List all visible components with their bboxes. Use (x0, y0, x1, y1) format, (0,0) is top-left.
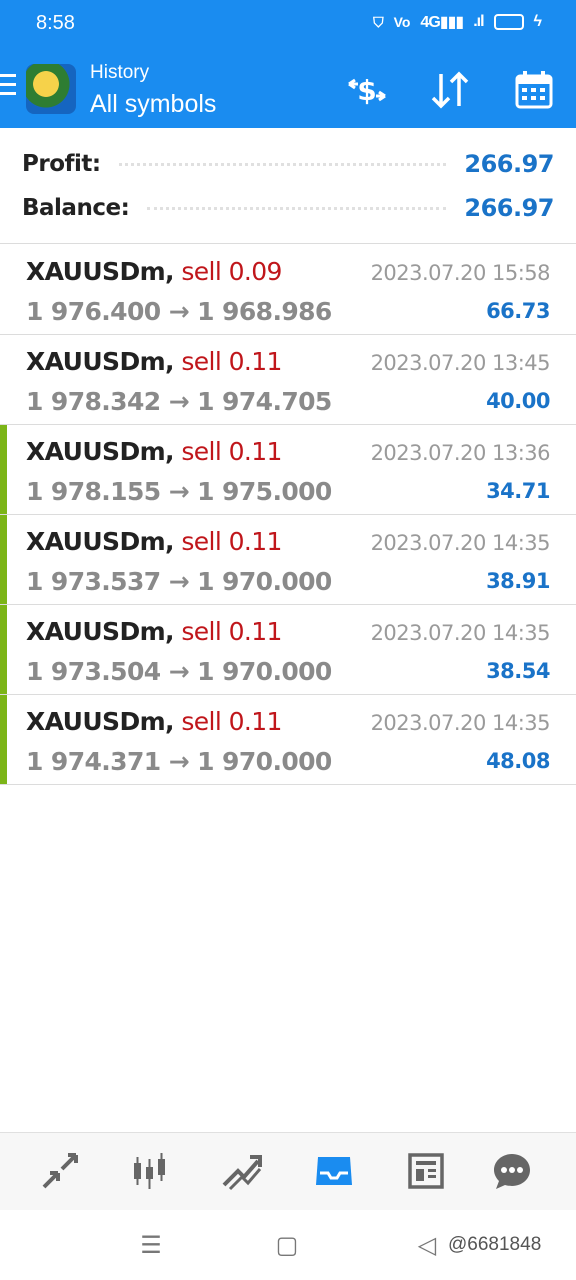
close-price: 1 970.000 (197, 657, 332, 686)
deal-time: 2023.07.20 15:58 (370, 261, 551, 285)
deal-time: 2023.07.20 14:35 (370, 621, 551, 645)
deal-profit: 40.00 (486, 389, 550, 413)
app-logo (26, 64, 76, 114)
recent-apps-icon[interactable]: ☰ (136, 1230, 166, 1260)
summary-panel: Profit: 266.97 Balance: 266.97 (0, 128, 576, 244)
home-icon[interactable]: ▢ (272, 1230, 302, 1260)
arrow-icon: → (168, 387, 190, 416)
quotes-icon[interactable] (36, 1149, 84, 1193)
open-price: 1 976.400 (26, 297, 161, 326)
trade-icon[interactable] (218, 1149, 266, 1193)
deal-time: 2023.07.20 14:35 (370, 531, 551, 555)
deal-row[interactable]: XAUUSDm, sell 0.09 1 976.400 → 1 968.986… (0, 245, 576, 335)
arrow-icon: → (168, 477, 190, 506)
deal-symbol: XAUUSDm, (26, 347, 175, 376)
balance-row: Balance: 266.97 (22, 188, 554, 228)
open-price: 1 973.504 (26, 657, 161, 686)
battery-icon (493, 14, 524, 30)
deal-type: sell 0.11 (181, 707, 282, 736)
deal-type: sell 0.11 (181, 437, 282, 466)
signal-2-icon: .ıl (473, 13, 484, 30)
signal-icon: 4G▮▮▮ (420, 14, 464, 31)
menu-icon[interactable] (0, 74, 18, 100)
currency-exchange-icon[interactable]: $ (345, 70, 389, 110)
profit-row: Profit: 266.97 (22, 144, 554, 184)
balance-value: 266.97 (464, 194, 554, 222)
back-icon[interactable]: ◁ (412, 1230, 442, 1260)
deal-type: sell 0.11 (181, 527, 282, 556)
sort-icon[interactable] (428, 70, 472, 110)
messages-icon[interactable] (488, 1149, 536, 1193)
open-price: 1 978.155 (26, 477, 161, 506)
open-price: 1 973.537 (26, 567, 161, 596)
deal-type: sell 0.11 (181, 617, 282, 646)
watermark: @6681848 (448, 1234, 542, 1255)
calendar-icon[interactable] (512, 70, 556, 110)
arrow-icon: → (168, 747, 190, 776)
close-price: 1 974.705 (197, 387, 332, 416)
deal-profit: 38.54 (486, 659, 550, 683)
status-icons: ⛉ Vo 4G▮▮▮ .ıl ϟ (373, 12, 542, 32)
deal-type: sell 0.09 (181, 257, 282, 286)
arrow-icon: → (168, 657, 190, 686)
profit-value: 266.97 (464, 150, 554, 178)
app-bar: History All symbols $ (0, 48, 576, 128)
close-price: 1 975.000 (197, 477, 332, 506)
deal-row[interactable]: XAUUSDm, sell 0.11 1 973.537 → 1 970.000… (0, 515, 576, 605)
status-time: 8:58 (36, 12, 75, 34)
deal-row[interactable]: XAUUSDm, sell 0.11 1 978.342 → 1 974.705… (0, 335, 576, 425)
open-price: 1 974.371 (26, 747, 161, 776)
status-bar: 8:58 ⛉ Vo 4G▮▮▮ .ıl ϟ (0, 0, 576, 48)
arrow-icon: → (168, 567, 190, 596)
close-price: 1 968.986 (197, 297, 332, 326)
deal-symbol: XAUUSDm, (26, 617, 175, 646)
news-icon[interactable] (402, 1149, 450, 1193)
deal-time: 2023.07.20 13:36 (370, 441, 551, 465)
deal-profit: 48.08 (486, 749, 550, 773)
open-price: 1 978.342 (26, 387, 161, 416)
deal-symbol: XAUUSDm, (26, 257, 175, 286)
deal-row[interactable]: XAUUSDm, sell 0.11 1 973.504 → 1 970.000… (0, 605, 576, 695)
symbol-selector[interactable]: All symbols (90, 90, 216, 119)
close-price: 1 970.000 (197, 747, 332, 776)
deal-symbol: XAUUSDm, (26, 527, 175, 556)
deal-profit: 38.91 (486, 569, 550, 593)
deal-profit: 34.71 (486, 479, 550, 503)
deal-row[interactable]: XAUUSDm, sell 0.11 1 978.155 → 1 975.000… (0, 425, 576, 515)
deal-time: 2023.07.20 14:35 (370, 711, 551, 735)
charging-icon: ϟ (533, 13, 542, 30)
history-icon[interactable] (310, 1149, 358, 1193)
chart-icon[interactable] (126, 1149, 174, 1193)
dotted-leader (147, 206, 447, 210)
deal-profit: 66.73 (486, 299, 550, 323)
system-nav: ☰ ▢ ◁ @6681848 (0, 1210, 576, 1280)
arrow-icon: → (168, 297, 190, 326)
balance-label: Balance: (22, 195, 130, 221)
deal-row[interactable]: XAUUSDm, sell 0.11 1 974.371 → 1 970.000… (0, 695, 576, 785)
deal-symbol: XAUUSDm, (26, 707, 175, 736)
close-price: 1 970.000 (197, 567, 332, 596)
dotted-leader (118, 162, 447, 166)
bottom-nav (0, 1132, 576, 1210)
shield-icon: ⛉ (373, 13, 384, 30)
deal-type: sell 0.11 (181, 347, 282, 376)
deal-time: 2023.07.20 13:45 (370, 351, 551, 375)
volte-icon: Vo (393, 14, 411, 30)
profit-label: Profit: (22, 151, 101, 177)
page-subtitle: History (90, 62, 150, 83)
svg-text:$: $ (357, 74, 376, 107)
deal-symbol: XAUUSDm, (26, 437, 175, 466)
